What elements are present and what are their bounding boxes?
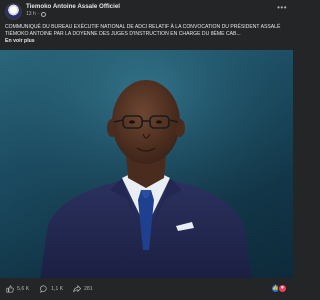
- post-meta: 13 h ·: [26, 11, 47, 17]
- thumbs-up-icon: [6, 285, 14, 293]
- author-name[interactable]: Tiemoko Antoine Assale Officiel: [26, 3, 120, 10]
- see-more-link[interactable]: En voir plus: [5, 38, 35, 44]
- portrait-illustration: [0, 50, 293, 278]
- comment-count: 1,1 K: [51, 286, 64, 292]
- post-photo[interactable]: [0, 50, 293, 278]
- comment-button[interactable]: 1,1 K: [40, 285, 64, 294]
- post-header: Tiemoko Antoine Assale Officiel 13 h · •…: [0, 0, 293, 22]
- love-icon: ♥: [278, 284, 287, 293]
- reaction-summary[interactable]: 👍 ♥: [271, 284, 287, 293]
- comment-icon: [40, 285, 48, 294]
- avatar[interactable]: [5, 3, 22, 20]
- like-count: 5,6 K: [17, 286, 30, 292]
- share-icon: [73, 284, 82, 293]
- share-count: 281: [84, 286, 93, 292]
- share-button[interactable]: 281: [73, 284, 93, 293]
- post-footer: 5,6 K 1,1 K 281 👍 ♥: [0, 278, 293, 300]
- post-caption: COMMUNIQUÉ DU BUREAU EXÉCUTIF NATIONAL D…: [5, 24, 281, 37]
- more-options-button[interactable]: •••: [277, 4, 287, 12]
- like-button[interactable]: 5,6 K: [6, 285, 29, 293]
- post-time[interactable]: 13 h: [26, 11, 36, 17]
- globe-icon: [41, 11, 47, 17]
